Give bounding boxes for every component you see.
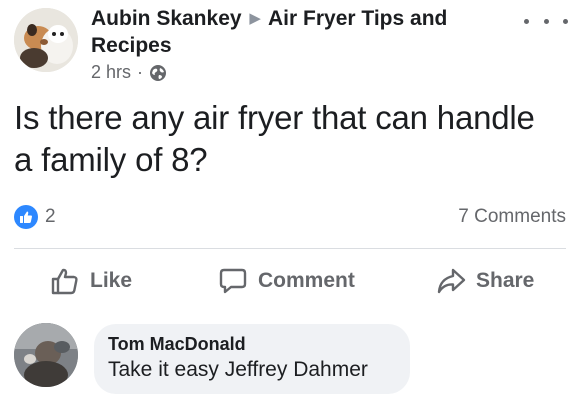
post-text: Is there any air fryer that can handle a… [14, 99, 535, 178]
post-timestamp[interactable]: 2 hrs [91, 62, 131, 83]
commenter-avatar[interactable] [14, 323, 78, 387]
author-avatar[interactable] [14, 8, 78, 72]
post-meta: 2 hrs · [91, 62, 167, 83]
more-dot [563, 18, 568, 24]
share-arrow-icon [437, 268, 466, 294]
more-options-icon[interactable] [524, 12, 568, 30]
like-reaction-icon [14, 205, 38, 229]
meta-separator: · [137, 62, 144, 82]
comment-author[interactable]: Tom MacDonald [108, 334, 246, 355]
arrow-right-icon: ▶ [249, 10, 261, 27]
comment-icon [219, 268, 247, 294]
like-button[interactable]: Like [50, 263, 132, 299]
reactions-summary[interactable]: 2 [14, 205, 56, 229]
more-dot [543, 18, 549, 24]
commenter-photo [14, 323, 78, 387]
comments-count-link[interactable]: 7 Comments [458, 206, 566, 228]
comment-text: Take it easy Jeffrey Dahmer [108, 358, 368, 381]
reaction-count: 2 [45, 206, 56, 227]
avatar-photo [14, 8, 78, 72]
author-name[interactable]: Aubin Skankey [91, 7, 242, 30]
share-label: Share [476, 269, 535, 292]
divider [14, 248, 566, 249]
comment-button[interactable]: Comment [218, 263, 355, 299]
more-dot [524, 18, 529, 24]
thumbs-up-icon [51, 268, 78, 295]
share-button[interactable]: Share [436, 263, 534, 299]
post-header: Aubin Skankey ▶ Air Fryer Tips and Recip… [91, 5, 511, 59]
globe-icon [149, 64, 167, 82]
comment-label: Comment [258, 269, 355, 292]
like-label: Like [90, 269, 133, 292]
